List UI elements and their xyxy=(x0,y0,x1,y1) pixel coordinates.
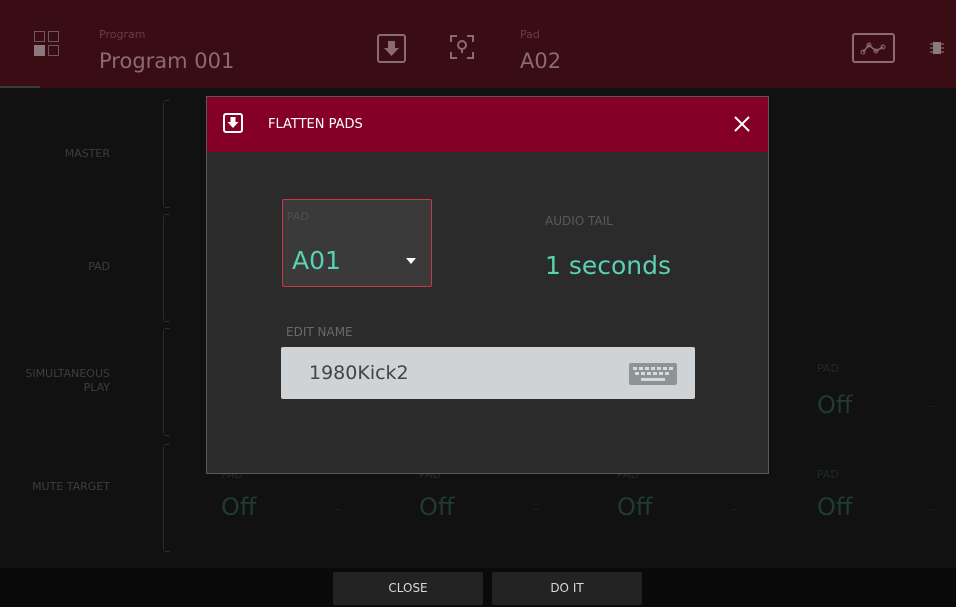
mute-target-value-2[interactable]: Off xyxy=(419,493,454,521)
row-bracket xyxy=(163,214,170,322)
cell-divider xyxy=(930,406,936,407)
cell-divider xyxy=(930,509,936,510)
mute-target-value-4[interactable]: Off xyxy=(817,493,852,521)
pad-select-label: PAD xyxy=(287,210,309,223)
program-caption: Program xyxy=(99,28,146,41)
edit-name-field[interactable] xyxy=(281,347,695,399)
close-button[interactable]: CLOSE xyxy=(333,572,483,605)
pad-select-value: A01 xyxy=(292,246,341,275)
cell-caption: PAD xyxy=(817,362,839,375)
top-bar: Program Program 001 Pad A02 xyxy=(0,0,956,88)
chip-icon[interactable] xyxy=(930,40,944,56)
flatten-pads-dialog: FLATTEN PADS PAD A01 AUDIO TAIL 1 second… xyxy=(206,96,769,474)
grid-icon[interactable] xyxy=(34,31,60,57)
flatten-icon[interactable] xyxy=(377,34,406,63)
audio-tail-value[interactable]: 1 seconds xyxy=(545,251,671,280)
chevron-down-icon xyxy=(406,258,416,264)
audio-tail-label: AUDIO TAIL xyxy=(545,214,613,228)
cell-caption: PAD xyxy=(817,468,839,481)
row-bracket xyxy=(163,328,170,436)
cell-divider xyxy=(335,509,341,510)
cell-divider xyxy=(533,509,539,510)
envelope-icon[interactable] xyxy=(852,33,895,63)
program-name[interactable]: Program 001 xyxy=(99,49,234,73)
pad-caption: Pad xyxy=(520,28,540,41)
mute-target-value-3[interactable]: Off xyxy=(617,493,652,521)
edit-name-label: EDIT NAME xyxy=(286,325,353,339)
pad-locate-icon[interactable] xyxy=(449,34,475,60)
cell-divider xyxy=(731,509,737,510)
close-icon[interactable] xyxy=(731,113,753,135)
row-label-simultaneous-play: SIMULTANEOUS PLAY xyxy=(25,367,110,394)
edit-name-input[interactable] xyxy=(281,347,649,399)
simultaneous-play-value[interactable]: Off xyxy=(817,391,852,419)
dialog-title: FLATTEN PADS xyxy=(268,117,363,132)
row-bracket xyxy=(163,444,170,552)
flatten-icon xyxy=(223,113,243,133)
bottom-bar: CLOSE DO IT xyxy=(0,568,956,607)
pad-name[interactable]: A02 xyxy=(520,49,561,73)
row-label-mute-target: MUTE TARGET xyxy=(32,480,110,493)
pad-select[interactable]: PAD A01 xyxy=(282,199,432,287)
row-bracket xyxy=(163,100,170,208)
row-label-master: MASTER xyxy=(64,147,110,160)
row-label-pad: PAD xyxy=(88,260,110,273)
do-it-button[interactable]: DO IT xyxy=(492,572,642,605)
dialog-header: FLATTEN PADS xyxy=(207,97,768,152)
keyboard-icon[interactable] xyxy=(629,363,677,385)
mute-target-value-1[interactable]: Off xyxy=(221,493,256,521)
